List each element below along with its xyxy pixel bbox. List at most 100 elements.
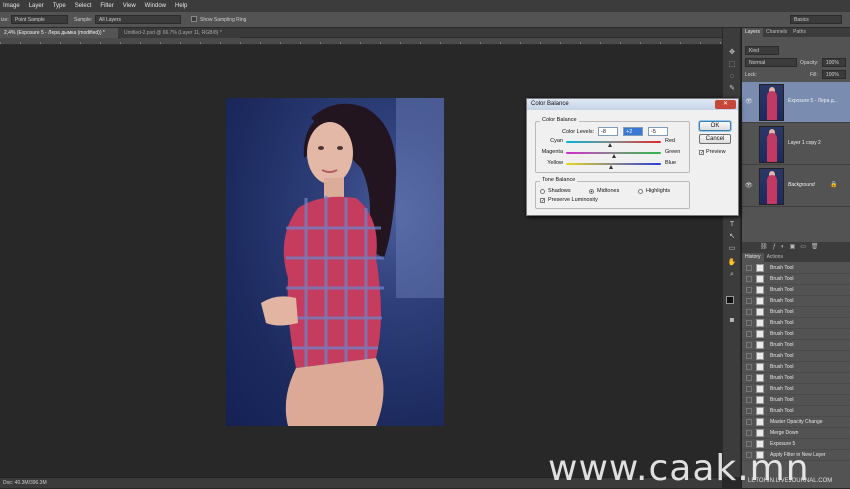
menu-help[interactable]: Help	[175, 3, 187, 9]
history-snapshot-box[interactable]	[746, 408, 752, 414]
preserve-luminosity-checkbox[interactable]: ✓	[540, 198, 545, 204]
layer-row[interactable]: Layer 1 copy 2	[742, 124, 850, 165]
history-state-row[interactable]: Brush Tool	[742, 406, 850, 417]
history-snapshot-box[interactable]	[746, 441, 752, 447]
history-state-row[interactable]: Brush Tool	[742, 307, 850, 318]
tab-history[interactable]: History	[742, 253, 764, 262]
dialog-title[interactable]: Color Balance	[527, 99, 738, 110]
yellow-blue-slider-handle[interactable]	[609, 165, 614, 169]
history-snapshot-box[interactable]	[746, 353, 752, 359]
history-state-row[interactable]: Brush Tool	[742, 362, 850, 373]
history-snapshot-box[interactable]	[746, 309, 752, 315]
history-snapshot-box[interactable]	[746, 419, 752, 425]
menu-image[interactable]: Image	[3, 3, 20, 9]
magenta-green-level-field[interactable]: +2	[623, 127, 643, 136]
options-bar: ize: Point Sample Sample: All Layers Sho…	[0, 12, 850, 28]
menu-view[interactable]: View	[123, 3, 136, 9]
quick-mask-icon[interactable]: ◙	[725, 316, 739, 326]
history-snapshot-box[interactable]	[746, 375, 752, 381]
visibility-eye-icon[interactable]	[745, 140, 753, 148]
history-state-row[interactable]: Brush Tool	[742, 274, 850, 285]
hand-tool-icon[interactable]: ✋	[725, 258, 739, 268]
history-state-row[interactable]: Brush Tool	[742, 318, 850, 329]
tab-channels[interactable]: Channels	[763, 28, 790, 37]
visibility-eye-icon[interactable]: 👁	[745, 182, 753, 190]
history-state-row[interactable]: Brush Tool	[742, 340, 850, 351]
marquee-tool-icon[interactable]: ⬚	[725, 60, 739, 70]
tab-exposure-document[interactable]: 2,4% (Exposure 5 - Лера дымка (modified)…	[0, 28, 118, 38]
history-snapshot-box[interactable]	[746, 287, 752, 293]
tab-actions[interactable]: Actions	[764, 253, 786, 262]
layer-filter-kind[interactable]: Kind	[745, 46, 779, 55]
history-snapshot-box[interactable]	[746, 331, 752, 337]
history-state-row[interactable]: Brush Tool	[742, 395, 850, 406]
history-snapshot-box[interactable]	[746, 298, 752, 304]
menu-window[interactable]: Window	[145, 3, 166, 9]
history-snapshot-box[interactable]	[746, 276, 752, 282]
show-ring-checkbox[interactable]	[191, 16, 197, 22]
history-state-icon	[756, 286, 764, 294]
type-tool-icon[interactable]: T	[725, 220, 739, 230]
menu-layer[interactable]: Layer	[29, 3, 44, 9]
cyan-red-slider-track[interactable]	[566, 141, 661, 143]
history-state-row[interactable]: Brush Tool	[742, 285, 850, 296]
history-state-row[interactable]: Brush Tool	[742, 351, 850, 362]
opacity-field[interactable]: 100%	[822, 58, 846, 67]
sample-size-select[interactable]: Point Sample	[11, 15, 68, 24]
yellow-blue-slider-track[interactable]	[566, 163, 661, 165]
history-snapshot-box[interactable]	[746, 386, 752, 392]
tab-untitled-2[interactable]: Untitled-2.psd @ 66.7% (Layer 11, RGB/8)…	[120, 28, 240, 38]
menu-filter[interactable]: Filter	[100, 3, 113, 9]
magenta-green-slider-handle[interactable]	[612, 154, 617, 158]
history-state-row[interactable]: Brush Tool	[742, 263, 850, 274]
document-photo[interactable]	[226, 98, 444, 426]
history-snapshot-box[interactable]	[746, 430, 752, 436]
cancel-button[interactable]: Cancel	[699, 134, 731, 144]
history-state-row[interactable]: Brush Tool	[742, 329, 850, 340]
history-state-row[interactable]: Master Opacity Change	[742, 417, 850, 428]
layer-row[interactable]: 👁 Exposure 5 - Лера д...	[742, 82, 850, 123]
history-snapshot-box[interactable]	[746, 265, 752, 271]
history-snapshot-box[interactable]	[746, 320, 752, 326]
move-tool-icon[interactable]: ✥	[725, 48, 739, 58]
midtones-radio[interactable]	[589, 189, 594, 194]
close-icon[interactable]: ✕	[715, 100, 736, 109]
history-state-icon	[756, 308, 764, 316]
shape-tool-icon[interactable]: ▭	[725, 244, 739, 254]
foreground-color-swatch[interactable]	[726, 296, 734, 304]
history-state-row[interactable]: Brush Tool	[742, 373, 850, 384]
layer-row[interactable]: 👁 Background 🔒	[742, 166, 850, 207]
sample-select[interactable]: All Layers	[95, 15, 181, 24]
history-state-row[interactable]: Merge Down	[742, 428, 850, 439]
layers-footer-icons[interactable]: ⛓ƒ◐▣▭🗑	[742, 242, 850, 252]
history-snapshot-box[interactable]	[746, 364, 752, 370]
zoom-tool-icon[interactable]: ⌕	[725, 270, 739, 280]
tab-layers[interactable]: Layers	[742, 28, 764, 37]
shadows-radio[interactable]	[540, 189, 545, 194]
cyan-red-slider-handle[interactable]	[607, 143, 612, 147]
history-state-label: Brush Tool	[770, 276, 794, 282]
menu-type[interactable]: Type	[53, 3, 66, 9]
path-select-icon[interactable]: ↖	[725, 232, 739, 242]
history-state-row[interactable]: Brush Tool	[742, 296, 850, 307]
cyan-red-level-field[interactable]: -8	[598, 127, 618, 136]
history-panel-tabs: History Actions	[742, 253, 850, 262]
fill-field[interactable]: 100%	[822, 70, 846, 79]
quick-select-icon[interactable]: ✎	[725, 84, 739, 94]
yellow-blue-level-field[interactable]: -5	[648, 127, 668, 136]
history-snapshot-box[interactable]	[746, 397, 752, 403]
lasso-tool-icon[interactable]: ◌	[725, 72, 739, 82]
highlights-radio[interactable]	[638, 189, 643, 194]
layer-thumbnail	[759, 84, 784, 121]
show-ring-label: Show Sampling Ring	[200, 17, 247, 23]
preview-checkbox[interactable]: ✓	[699, 150, 704, 156]
history-snapshot-box[interactable]	[746, 342, 752, 348]
visibility-eye-icon[interactable]: 👁	[745, 98, 753, 106]
blend-mode-select[interactable]: Normal	[745, 58, 797, 67]
ok-button[interactable]: OK	[699, 121, 731, 131]
menu-select[interactable]: Select	[75, 3, 92, 9]
workspace-select[interactable]: Basics	[790, 15, 842, 24]
tab-paths[interactable]: Paths	[790, 28, 809, 37]
history-state-label: Brush Tool	[770, 408, 794, 414]
history-state-row[interactable]: Brush Tool	[742, 384, 850, 395]
